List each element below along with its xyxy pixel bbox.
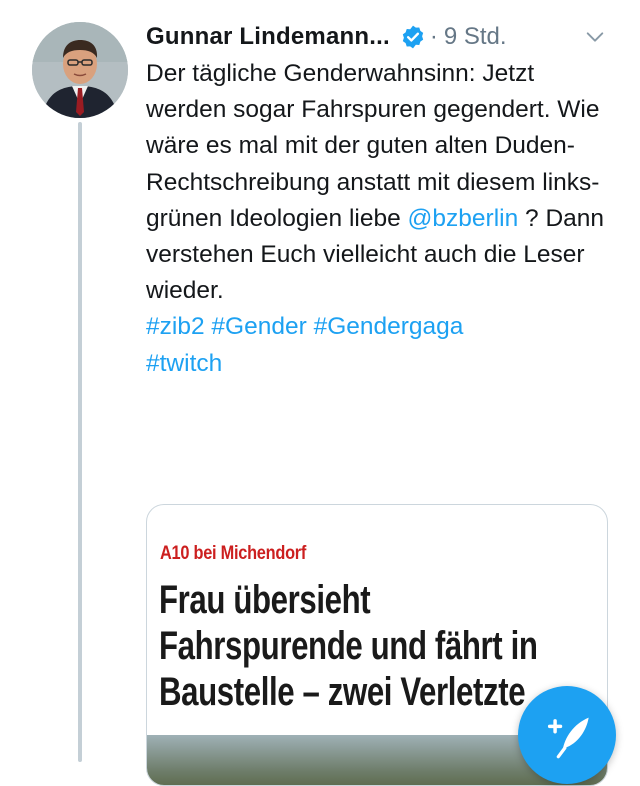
separator-dot: · — [429, 23, 438, 50]
thread-line — [78, 122, 82, 762]
hashtag-link[interactable]: #twitch — [146, 350, 222, 377]
author-name[interactable]: Gunnar Lindemann... — [146, 23, 390, 51]
card-headline-line: Frau übersieht — [159, 578, 371, 622]
card-headline-line: Fahrspurende und fährt in — [159, 624, 538, 668]
hashtag-link[interactable]: #Gendergaga — [314, 313, 464, 340]
hashtag-link[interactable]: #zib2 — [146, 313, 205, 340]
mention-link[interactable]: @bzberlin — [408, 205, 519, 232]
tweet-paragraph: Der tägliche Genderwahnsinn: Jetzt werde… — [146, 56, 616, 309]
hashtag-list: #zib2 #Gender #Gendergaga #twitch — [146, 309, 616, 381]
compose-tweet-button[interactable] — [518, 686, 616, 784]
avatar[interactable] — [32, 22, 128, 118]
chevron-down-icon[interactable] — [584, 26, 606, 48]
timestamp[interactable]: 9 Std. — [444, 23, 507, 51]
verified-icon — [402, 25, 423, 49]
tweet-text: Der tägliche Genderwahnsinn: Jetzt werde… — [146, 56, 616, 382]
tweet-header: Gunnar Lindemann... · 9 Std. — [146, 20, 616, 54]
hashtag-link[interactable]: #Gender — [211, 313, 306, 340]
card-kicker: A10 bei Michendorf — [160, 543, 307, 564]
compose-tweet-icon — [547, 717, 589, 759]
